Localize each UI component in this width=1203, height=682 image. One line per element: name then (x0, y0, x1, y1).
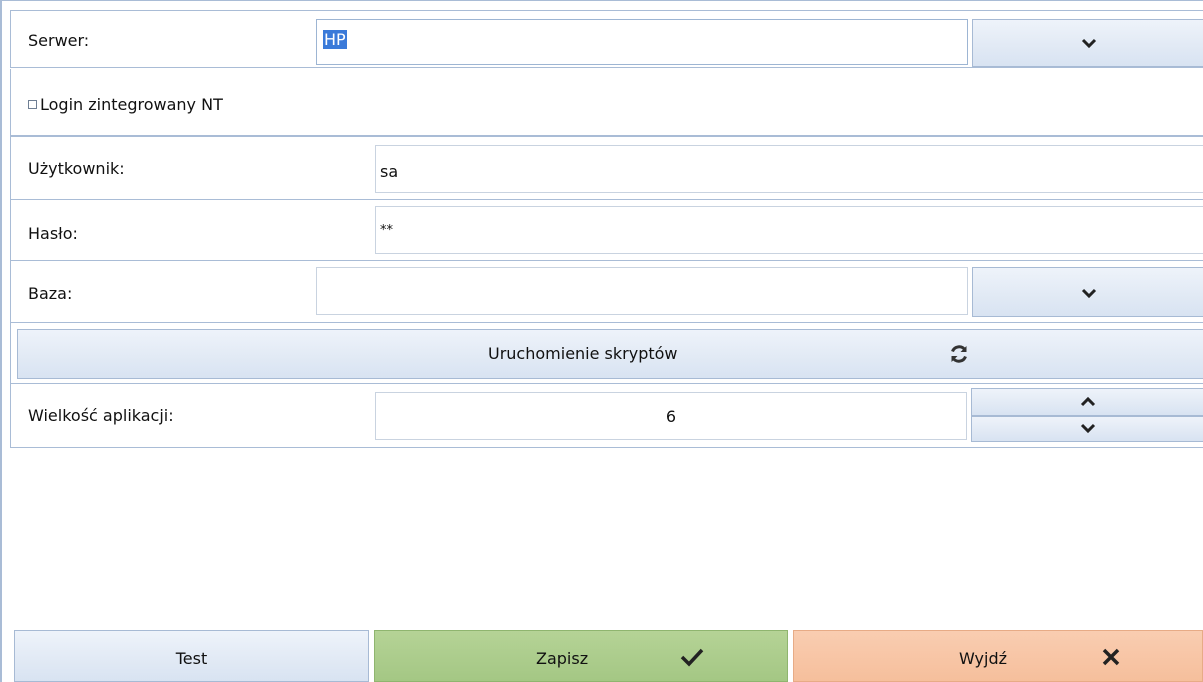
exit-button[interactable]: Wyjdź (793, 630, 1203, 682)
app-size-input[interactable]: 6 (375, 392, 967, 440)
checkmark-icon (680, 648, 704, 667)
password-label: Hasło: (28, 224, 78, 243)
password-row: Hasło: ** (10, 200, 1203, 261)
server-row: Serwer: HP (10, 10, 1203, 68)
app-size-row: Wielkość aplikacji: 6 (10, 384, 1203, 448)
run-scripts-label: Uruchomienie skryptów (488, 344, 678, 363)
exit-label: Wyjdź (959, 649, 1008, 668)
app-size-value: 6 (665, 407, 677, 426)
chevron-down-icon (1081, 38, 1097, 49)
save-button[interactable]: Zapisz (374, 630, 788, 682)
app-size-label: Wielkość aplikacji: (28, 406, 174, 425)
integrated-login-row: Login zintegrowany NT (10, 69, 1203, 136)
password-input[interactable]: ** (375, 206, 1203, 254)
run-scripts-button[interactable]: Uruchomienie skryptów (17, 329, 1203, 379)
password-input-value: ** (380, 223, 393, 238)
empty-area (10, 448, 1203, 624)
app-size-increment-button[interactable] (971, 388, 1203, 416)
server-input-value: HP (323, 30, 347, 49)
close-icon (1102, 648, 1120, 666)
database-dropdown-button[interactable] (972, 267, 1203, 317)
database-input[interactable] (316, 267, 968, 315)
run-scripts-row: Uruchomienie skryptów (10, 323, 1203, 384)
database-row: Baza: (10, 261, 1203, 323)
integrated-login-checkbox[interactable] (28, 100, 37, 109)
server-label: Serwer: (28, 31, 90, 50)
save-label: Zapisz (536, 649, 589, 668)
user-row: Użytkownik: sa (10, 136, 1203, 200)
test-button[interactable]: Test (14, 630, 369, 682)
refresh-icon (951, 345, 967, 363)
app-size-decrement-button[interactable] (971, 416, 1203, 442)
chevron-up-icon (1080, 396, 1096, 407)
user-input-value: sa (380, 162, 399, 181)
database-label: Baza: (28, 284, 73, 303)
chevron-down-icon (1081, 288, 1097, 299)
user-input[interactable]: sa (375, 145, 1203, 193)
integrated-login-label[interactable]: Login zintegrowany NT (40, 95, 223, 114)
user-label: Użytkownik: (28, 159, 125, 178)
chevron-down-icon (1080, 423, 1096, 434)
server-dropdown-button[interactable] (972, 19, 1203, 67)
server-input[interactable]: HP (316, 19, 968, 65)
test-label: Test (175, 649, 208, 668)
